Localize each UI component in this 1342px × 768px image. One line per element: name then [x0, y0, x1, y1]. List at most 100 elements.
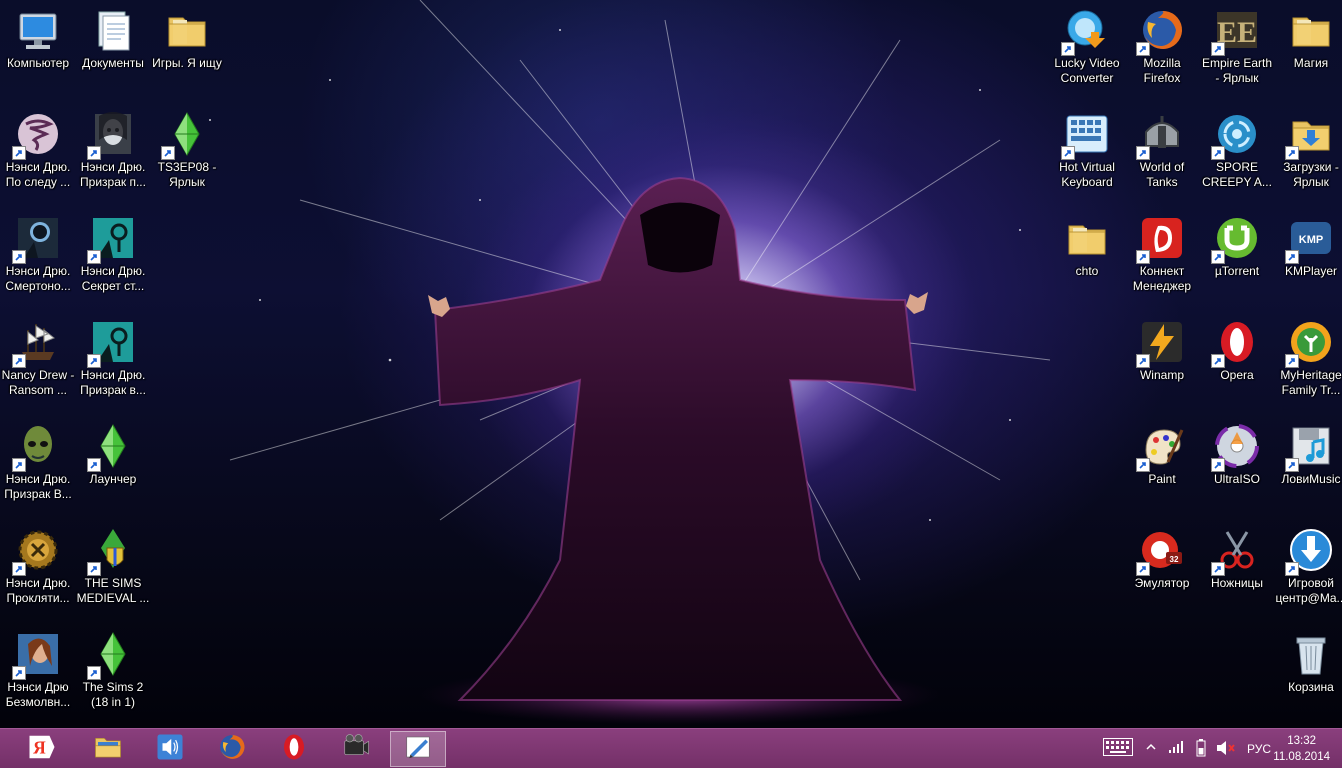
taskbar-button-firefox[interactable] [204, 731, 260, 767]
desktop-icon-ultraiso[interactable]: UltraISO [1199, 416, 1275, 520]
desktop-icon-label: Нэнси Дрю. Призрак В... [4, 472, 72, 501]
desktop-icon-games-folder[interactable]: Игры. Я ищу [149, 0, 225, 104]
desktop-icon-label: Paint [1148, 472, 1176, 486]
desktop-icon-label: µTorrent [1214, 264, 1260, 278]
desktop-icon-sims2[interactable]: The Sims 2 (18 in 1) [75, 624, 151, 728]
tornado-icon [12, 110, 62, 160]
desktop-icon-label: Магия [1293, 56, 1329, 70]
show-hidden-icons-chevron-icon[interactable] [1146, 741, 1156, 755]
shortcut-arrow-icon [12, 562, 26, 576]
desktop-icon-wot[interactable]: World of Tanks [1124, 104, 1200, 208]
desktop-icon-downloads[interactable]: Загрузки - Ярлык [1273, 104, 1342, 208]
speaker-app-icon [155, 732, 185, 766]
desktop-icon-label: MyHeritage Family Tr... [1280, 368, 1342, 397]
desktop-icon-label: Mozilla Firefox [1143, 56, 1181, 85]
documents-icon [89, 6, 137, 54]
desktop-icon-winamp[interactable]: Winamp [1124, 312, 1200, 416]
shortcut-arrow-icon [12, 458, 26, 472]
shortcut-arrow-icon [1136, 562, 1150, 576]
battery-icon[interactable] [1196, 739, 1206, 760]
taskbar-button-pen-app[interactable] [390, 731, 446, 767]
shortcut-arrow-icon [87, 562, 101, 576]
shortcut-arrow-icon [87, 250, 101, 264]
desktop-icon-nancy-deadly[interactable]: Нэнси Дрю. Смертоно... [0, 208, 76, 312]
desktop-icon-nancy-ransom[interactable]: Nancy Drew - Ransom ... [0, 312, 76, 416]
desktop-icon-nancy-ghost-v[interactable]: Нэнси Дрю. Призрак в... [75, 312, 151, 416]
desktop-icon-computer[interactable]: Компьютер [0, 0, 76, 104]
desktop-icon-scissors[interactable]: Ножницы [1199, 520, 1275, 624]
explorer-folder-icon [93, 732, 123, 766]
desktop-icon-empire-earth[interactable]: EE Empire Earth - Ярлык [1199, 0, 1275, 104]
language-indicator[interactable]: РУС [1247, 742, 1271, 756]
desktop-icon-hot-keyboard[interactable]: Hot Virtual Keyboard [1049, 104, 1125, 208]
volume-muted-icon[interactable] [1216, 739, 1236, 760]
shortcut-arrow-icon [1211, 562, 1225, 576]
desktop-icon-recycle-bin[interactable]: Корзина [1273, 624, 1342, 728]
desktop-icon-firefox[interactable]: Mozilla Firefox [1124, 0, 1200, 104]
desktop-icon-emulator[interactable]: 32 Эмулятор [1124, 520, 1200, 624]
connect-manager-icon [1136, 214, 1186, 264]
network-signal-icon[interactable] [1168, 740, 1184, 757]
desktop-icon-label: Ножницы [1210, 576, 1264, 590]
desktop-icon-documents[interactable]: Документы [75, 0, 151, 104]
taskbar-button-opera[interactable] [266, 731, 322, 767]
myheritage-icon [1285, 318, 1335, 368]
video-converter-icon [1061, 6, 1111, 56]
downloads-folder-icon [1285, 110, 1335, 160]
desktop-icon-myheritage[interactable]: MyHeritage Family Tr... [1273, 312, 1342, 416]
recycle-bin-icon [1287, 630, 1335, 678]
desktop-icon-utorrent[interactable]: µTorrent [1199, 208, 1275, 312]
ship-icon [12, 318, 62, 368]
desktop-icon-nancy-ghost-b[interactable]: Нэнси Дрю. Призрак В... [0, 416, 76, 520]
taskbar-button-yandex[interactable]: Я [14, 731, 70, 767]
taskbar-button-media[interactable] [328, 731, 384, 767]
desktop-icon-lucky-video[interactable]: Lucky Video Converter [1049, 0, 1125, 104]
svg-text:32: 32 [1170, 555, 1179, 564]
shortcut-arrow-icon [1061, 42, 1075, 56]
desktop-icon-label: TS3EP08 - Ярлык [157, 160, 217, 189]
shortcut-arrow-icon [12, 354, 26, 368]
desktop-icon-paint[interactable]: Paint [1124, 416, 1200, 520]
shortcut-arrow-icon [1285, 146, 1299, 160]
shortcut-arrow-icon [1136, 458, 1150, 472]
desktop-icon-label: Lucky Video Converter [1054, 56, 1120, 85]
desktop-icon-label: Игры. Я ищу [152, 56, 222, 70]
ghost-portrait-icon [87, 110, 137, 160]
desktop-icon-magic[interactable]: Магия [1273, 0, 1342, 104]
desktop-icon-label: Нэнси Дрю Безмолвн... [5, 680, 71, 709]
folder-icon [1063, 214, 1111, 262]
taskbar-button-explorer[interactable] [80, 731, 136, 767]
nancy-teal-icon [87, 214, 137, 264]
shortcut-arrow-icon [87, 458, 101, 472]
desktop-icon-connect-manager[interactable]: Коннект Менеджер [1124, 208, 1200, 312]
desktop-icon-sims-medieval[interactable]: THE SIMS MEDIEVAL ... [75, 520, 151, 624]
desktop-icon-opera[interactable]: Opera [1199, 312, 1275, 416]
taskbar: Я РУС 13:32 11.08.2014 [0, 728, 1342, 768]
taskbar-button-volume-app[interactable] [142, 731, 198, 767]
virtual-keyboard-tray-icon[interactable] [1103, 738, 1133, 759]
nancy-shadow-icon [12, 214, 62, 264]
clock[interactable]: 13:32 11.08.2014 [1273, 733, 1330, 765]
desktop-icon-nancy-silent[interactable]: Нэнси Дрю Безмолвн... [0, 624, 76, 728]
desktop-icon-nancy-footsteps[interactable]: Нэнси Дрю. По следу ... [0, 104, 76, 208]
desktop-icon-spore[interactable]: SPORE CREEPY A... [1199, 104, 1275, 208]
computer-icon [14, 6, 62, 54]
desktop-icon-label: KMPlayer [1284, 264, 1337, 278]
shortcut-arrow-icon [1285, 562, 1299, 576]
desktop-icon-ts3ep08[interactable]: TS3EP08 - Ярлык [149, 104, 225, 208]
desktop-icon-label: Нэнси Дрю. Прокляти... [5, 576, 71, 605]
desktop-icon-nancy-ghost-p[interactable]: Нэнси Дрю. Призрак п... [75, 104, 151, 208]
desktop-icon-kmplayer[interactable]: KMP KMPlayer [1273, 208, 1342, 312]
desktop-icon-lovimusic[interactable]: ЛовиMusic [1273, 416, 1342, 520]
shortcut-arrow-icon [1136, 354, 1150, 368]
desktop-icon-nancy-curse[interactable]: Нэнси Дрю. Прокляти... [0, 520, 76, 624]
desktop-icon-chto[interactable]: chto [1049, 208, 1125, 312]
desktop-icon-label: chto [1075, 264, 1099, 278]
desktop-icon-label: SPORE CREEPY A... [1202, 160, 1272, 189]
disc-icon [1211, 422, 1261, 472]
clock-date: 11.08.2014 [1273, 751, 1330, 763]
desktop-icon-game-center[interactable]: Игровой центр@Ma... [1273, 520, 1342, 624]
desktop-icon-nancy-secret[interactable]: Нэнси Дрю. Секрет ст... [75, 208, 151, 312]
desktop-icon-launcher[interactable]: Лаунчер [75, 416, 151, 520]
shortcut-arrow-icon [87, 354, 101, 368]
